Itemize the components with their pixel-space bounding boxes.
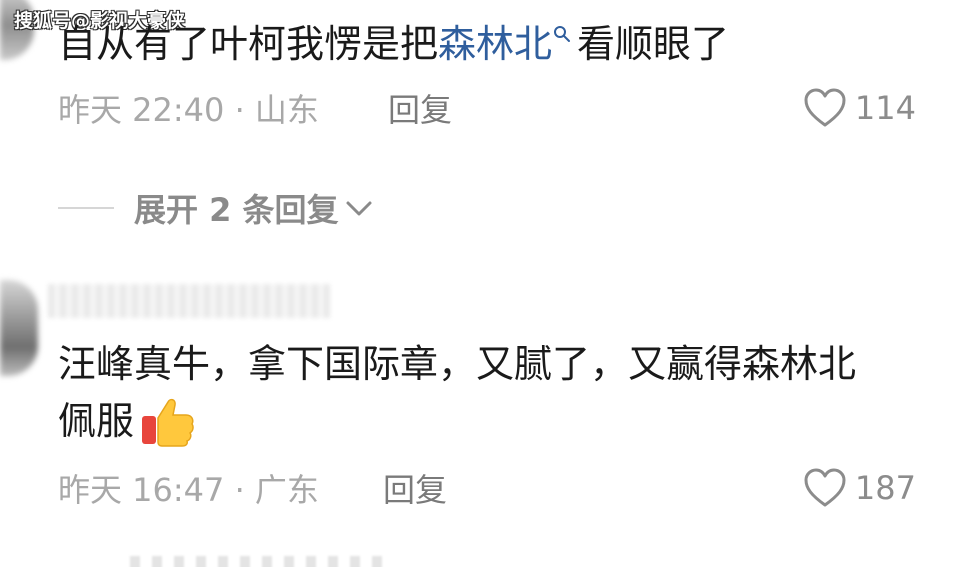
comment-2-text-line1: 汪峰真牛，拿下国际章，又腻了，又赢得森林北 <box>58 342 857 386</box>
reply-button[interactable]: 回复 <box>388 85 452 131</box>
thumbs-up-emoji <box>142 398 194 447</box>
next-comment-fragment <box>130 556 390 567</box>
expand-replies-label: 展开 2 条回复 <box>134 191 339 229</box>
search-icon[interactable] <box>553 25 571 43</box>
heart-icon[interactable] <box>803 88 847 128</box>
avatar[interactable] <box>0 280 38 376</box>
like-button[interactable]: 187 <box>803 468 916 508</box>
comment-feed: 搜狐号@影视大豪侠 自从有了叶柯我愣是把森林北 看顺眼了 昨天 22:40 · 山… <box>0 0 956 567</box>
like-button[interactable]: 114 <box>803 88 916 128</box>
comment-2-text-line2-label: 佩服 <box>58 399 135 444</box>
comment-2-text-line2: 佩服 <box>58 396 196 448</box>
comment-1-text-after: 看顺眼了 <box>577 22 730 66</box>
reply-button[interactable]: 回复 <box>383 465 447 511</box>
chevron-down-icon <box>346 201 372 216</box>
heart-icon[interactable] <box>803 468 847 508</box>
comment-1-text: 自从有了叶柯我愣是把森林北 看顺眼了 <box>58 22 729 68</box>
comment-2-meta: 昨天 16:47 · 广东 回复 187 <box>58 466 916 510</box>
like-count: 114 <box>854 89 916 127</box>
comment-1-time: 昨天 22:40 · 山东 <box>58 91 319 129</box>
divider <box>58 207 114 209</box>
expand-replies-button[interactable]: 展开 2 条回复 <box>58 186 373 230</box>
username-blurred <box>48 284 330 318</box>
comment-1-meta: 昨天 22:40 · 山东 回复 114 <box>58 86 916 130</box>
comment-1-text-before: 自从有了叶柯我愣是把 <box>58 22 439 66</box>
search-link[interactable]: 森林北 <box>438 22 552 66</box>
comment-2-time: 昨天 16:47 · 广东 <box>58 471 319 509</box>
like-count: 187 <box>854 469 916 507</box>
